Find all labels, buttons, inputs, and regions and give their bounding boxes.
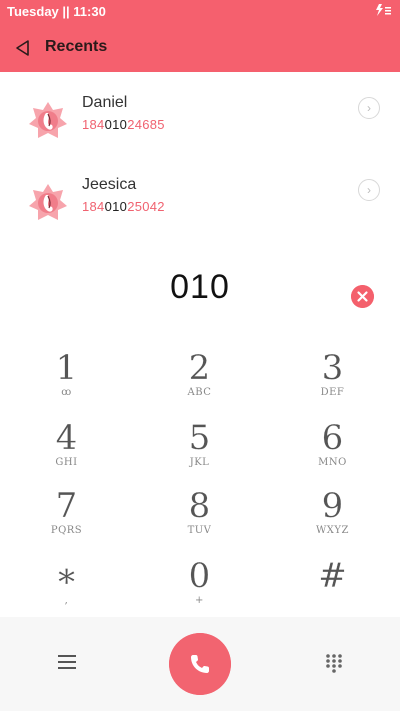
key-letters: JKL bbox=[189, 457, 210, 468]
recent-contact-item[interactable]: Jeesica 18401025042 › bbox=[0, 176, 400, 236]
number-suffix: 25042 bbox=[127, 199, 165, 214]
app-bar: Recents bbox=[0, 24, 400, 72]
key-digit: 4 bbox=[55, 418, 78, 458]
key-digit: 2 bbox=[188, 348, 211, 388]
key-letters: MNO bbox=[318, 457, 347, 468]
number-prefix: 184 bbox=[82, 199, 105, 214]
contact-name: Jeesica bbox=[82, 176, 137, 193]
menu-icon[interactable] bbox=[58, 655, 76, 671]
charging-icon bbox=[376, 4, 391, 16]
page-title: Recents bbox=[45, 38, 108, 55]
key-digit: 6 bbox=[321, 418, 344, 458]
clear-input-icon[interactable] bbox=[351, 285, 374, 308]
dialpad-key-8[interactable]: 8 TUV bbox=[133, 488, 266, 548]
key-letters: + bbox=[195, 595, 204, 606]
voicemail-icon: ꝏ bbox=[61, 387, 72, 398]
dialpad-key-0[interactable]: 0 + bbox=[133, 558, 266, 618]
key-digit: 3 bbox=[321, 348, 344, 388]
contact-avatar-icon bbox=[29, 102, 67, 138]
status-icons bbox=[376, 3, 392, 20]
dialpad-key-hash[interactable]: # bbox=[266, 558, 399, 618]
contact-avatar-icon bbox=[29, 184, 67, 220]
dialpad-key-5[interactable]: 5 JKL bbox=[133, 420, 266, 480]
dialed-number-display: 010 bbox=[170, 268, 230, 306]
key-digit: 0 bbox=[188, 556, 211, 596]
key-digit: 5 bbox=[188, 418, 211, 458]
dialpad-toggle-icon[interactable] bbox=[324, 653, 344, 673]
call-button[interactable] bbox=[169, 633, 231, 695]
status-bar: Tuesday || 11:30 bbox=[0, 0, 400, 24]
contact-number: 18401024685 bbox=[82, 117, 165, 132]
dialpad-key-2[interactable]: 2 ABC bbox=[133, 350, 266, 410]
number-match: 010 bbox=[104, 117, 128, 132]
dialpad-key-7[interactable]: 7 PQRS bbox=[0, 488, 133, 548]
contact-number: 18401025042 bbox=[82, 199, 165, 214]
contact-name: Daniel bbox=[82, 94, 128, 111]
number-match: 010 bbox=[104, 199, 128, 214]
dialpad-key-star[interactable]: ∗ , bbox=[0, 558, 133, 618]
chevron-right-icon[interactable]: › bbox=[358, 97, 380, 119]
key-digit: 1 bbox=[55, 348, 78, 388]
key-digit: 9 bbox=[321, 486, 344, 526]
key-letters: , bbox=[64, 595, 69, 606]
key-letters: ABC bbox=[187, 387, 212, 398]
dialpad-key-6[interactable]: 6 MNO bbox=[266, 420, 399, 480]
key-digit: 8 bbox=[188, 486, 211, 526]
back-arrow-icon[interactable] bbox=[12, 37, 34, 59]
key-digit: 7 bbox=[55, 486, 78, 526]
chevron-right-icon[interactable]: › bbox=[358, 179, 380, 201]
dialpad-key-3[interactable]: 3 DEF bbox=[266, 350, 399, 410]
key-digit: ∗ bbox=[54, 556, 79, 596]
key-letters: PQRS bbox=[50, 525, 83, 536]
key-letters: DEF bbox=[320, 387, 345, 398]
number-suffix: 24685 bbox=[127, 117, 165, 132]
dialpad-key-9[interactable]: 9 WXYZ bbox=[266, 488, 399, 548]
status-time: Tuesday || 11:30 bbox=[7, 4, 106, 19]
number-prefix: 184 bbox=[82, 117, 105, 132]
key-letters: TUV bbox=[187, 525, 212, 536]
key-digit: # bbox=[318, 556, 347, 596]
bottom-action-bar bbox=[0, 617, 400, 711]
recent-contact-item[interactable]: Daniel 18401024685 › bbox=[0, 94, 400, 154]
dialpad-key-1[interactable]: 1 ꝏ bbox=[0, 350, 133, 410]
key-letters: GHI bbox=[55, 457, 78, 468]
key-letters: WXYZ bbox=[316, 525, 349, 536]
dialpad-key-4[interactable]: 4 GHI bbox=[0, 420, 133, 480]
